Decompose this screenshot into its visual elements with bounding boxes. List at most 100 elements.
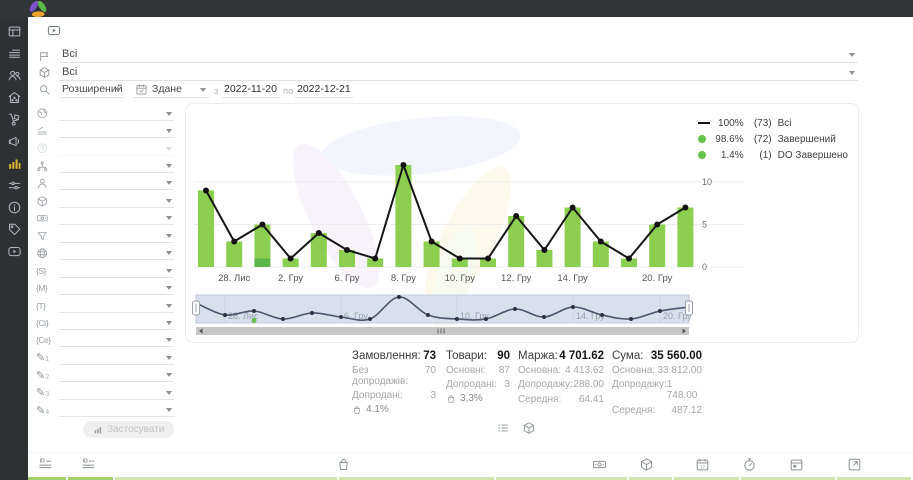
stats-column: Замовлення:73Без допродажів:70Допродані:… (352, 350, 436, 415)
nav-handle-right[interactable] (686, 301, 693, 315)
side-nav (0, 17, 28, 480)
product-filter-select[interactable]: Всі (60, 65, 858, 81)
sidenav-video-icon[interactable] (7, 244, 22, 259)
product-view-toggle[interactable] (522, 421, 536, 435)
chevron-down-icon (166, 147, 172, 151)
sidenav-estate-icon[interactable] (7, 90, 22, 105)
search-mode-value: Розширений (62, 83, 123, 95)
pencil-icon: ✎4 (36, 404, 49, 417)
legend-item[interactable]: 98.6%(72)Завершений (698, 132, 848, 146)
list-icon (7, 46, 22, 61)
filter-select[interactable] (59, 351, 174, 365)
video-icon (45, 23, 63, 38)
apply-button-label: Застосувати (107, 424, 164, 435)
sidenav-bar-chart-icon[interactable] (7, 156, 22, 171)
nav-handle-left[interactable] (193, 301, 200, 315)
stats-column: Сума:35 560.00Основна:33 812.00Допродажу… (612, 350, 702, 416)
chevron-down-icon (166, 408, 172, 412)
product-filter-value: Всі (62, 66, 77, 78)
sidenav-tags-icon[interactable] (7, 222, 22, 237)
bottombar-calendar-date-icon[interactable]: 17 (695, 457, 710, 472)
bottombar-id-list-icon[interactable]: ID (38, 457, 53, 472)
filter-select[interactable] (59, 107, 174, 121)
sidenav-info-icon[interactable] (7, 200, 22, 215)
trolley-icon (7, 112, 22, 127)
svg-text:6. Гру: 6. Гру (334, 273, 359, 284)
legend-item[interactable]: 1.4%(1)DO Завершено (698, 148, 848, 162)
app-logo-icon[interactable] (23, 0, 53, 17)
list-view-toggle[interactable] (496, 421, 510, 435)
filter-select[interactable] (59, 246, 174, 260)
filter-row-question (36, 140, 174, 157)
chevron-down-icon (166, 286, 172, 290)
filter-select[interactable] (59, 368, 174, 382)
filter-row-person (36, 175, 174, 192)
date-field-value: Здане (152, 83, 182, 95)
filter-select[interactable] (59, 176, 174, 190)
date-to-input[interactable]: 2022-12-21 (295, 82, 353, 98)
pencil-icon: ✎2 (36, 369, 49, 382)
status-filter-select[interactable]: Всі (60, 47, 858, 63)
stat-row: Основні:87 (446, 365, 510, 376)
question-icon (36, 142, 49, 155)
sidenav-trolley-icon[interactable] (7, 112, 22, 127)
statuses-icon (38, 50, 51, 63)
filter-row-s: {S} (36, 262, 174, 279)
date-to-value: 2022-12-21 (297, 83, 351, 95)
users-icon (7, 68, 22, 83)
nav-scrollbar[interactable] (196, 327, 689, 335)
bottombar-bag-icon[interactable] (336, 457, 351, 472)
date-from-input[interactable]: 2022-11-20 (222, 82, 280, 98)
bottombar-calendar-grid-icon[interactable] (789, 457, 804, 472)
filter-select[interactable] (59, 159, 174, 173)
stat-title: Сума:35 560.00 (612, 350, 702, 362)
date-field-select[interactable]: Здане (133, 82, 209, 98)
stat-title: Замовлення:73 (352, 350, 436, 362)
stat-row: Основна:4 413.62 (518, 365, 604, 376)
chevron-down-icon (166, 199, 172, 203)
filter-select[interactable] (59, 281, 174, 295)
filter-select[interactable] (59, 211, 174, 225)
filter-select[interactable] (59, 229, 174, 243)
chevron-down-icon (166, 216, 172, 220)
filter-row-hierarchy (36, 157, 174, 174)
dashboard-icon (7, 24, 22, 39)
filter-select[interactable] (59, 316, 174, 330)
filter-select[interactable] (59, 124, 174, 138)
filter-select[interactable] (59, 386, 174, 400)
filter-select[interactable] (59, 264, 174, 278)
svg-text:17: 17 (700, 464, 706, 469)
apply-button[interactable]: Застосувати (83, 421, 174, 438)
bottombar-banknote-icon[interactable] (592, 457, 607, 472)
filter-select[interactable] (59, 403, 174, 417)
chevron-down-icon (166, 391, 172, 395)
statuses-icon (38, 50, 51, 63)
video-help-icon[interactable] (45, 23, 63, 38)
globe-icon (36, 247, 49, 260)
megaphone-icon (7, 134, 22, 149)
filter-select[interactable] (59, 142, 174, 156)
legend-item[interactable]: 100%(73)Всі (698, 116, 848, 130)
filter-select[interactable] (59, 194, 174, 208)
sidenav-sliders-icon[interactable] (7, 178, 22, 193)
bottombar-timer-icon[interactable] (742, 457, 757, 472)
chevron-down-icon (166, 234, 172, 238)
stat-row: Допродані:3 (352, 390, 436, 401)
filter-select[interactable] (59, 333, 174, 347)
bottombar-export-icon[interactable] (847, 457, 862, 472)
timer-icon (742, 457, 757, 472)
sidenav-dashboard-icon[interactable] (7, 24, 22, 39)
bottombar-id-link-icon[interactable]: ID (81, 457, 96, 472)
bag-icon (336, 457, 351, 472)
sidenav-megaphone-icon[interactable] (7, 134, 22, 149)
svg-text:14. Гру: 14. Гру (557, 273, 588, 284)
filter-row-funnel (36, 227, 174, 244)
filter-select[interactable] (59, 299, 174, 313)
bottombar-cube-icon[interactable] (639, 457, 654, 472)
search-mode-select[interactable]: Розширений (60, 82, 124, 98)
dot-marker-icon (698, 151, 706, 159)
sidenav-users-icon[interactable] (7, 68, 22, 83)
filter-row-ce: {Ce} (36, 332, 174, 349)
sidenav-list-icon[interactable] (7, 46, 22, 61)
filter-row-ct: {Ct} (36, 314, 174, 331)
